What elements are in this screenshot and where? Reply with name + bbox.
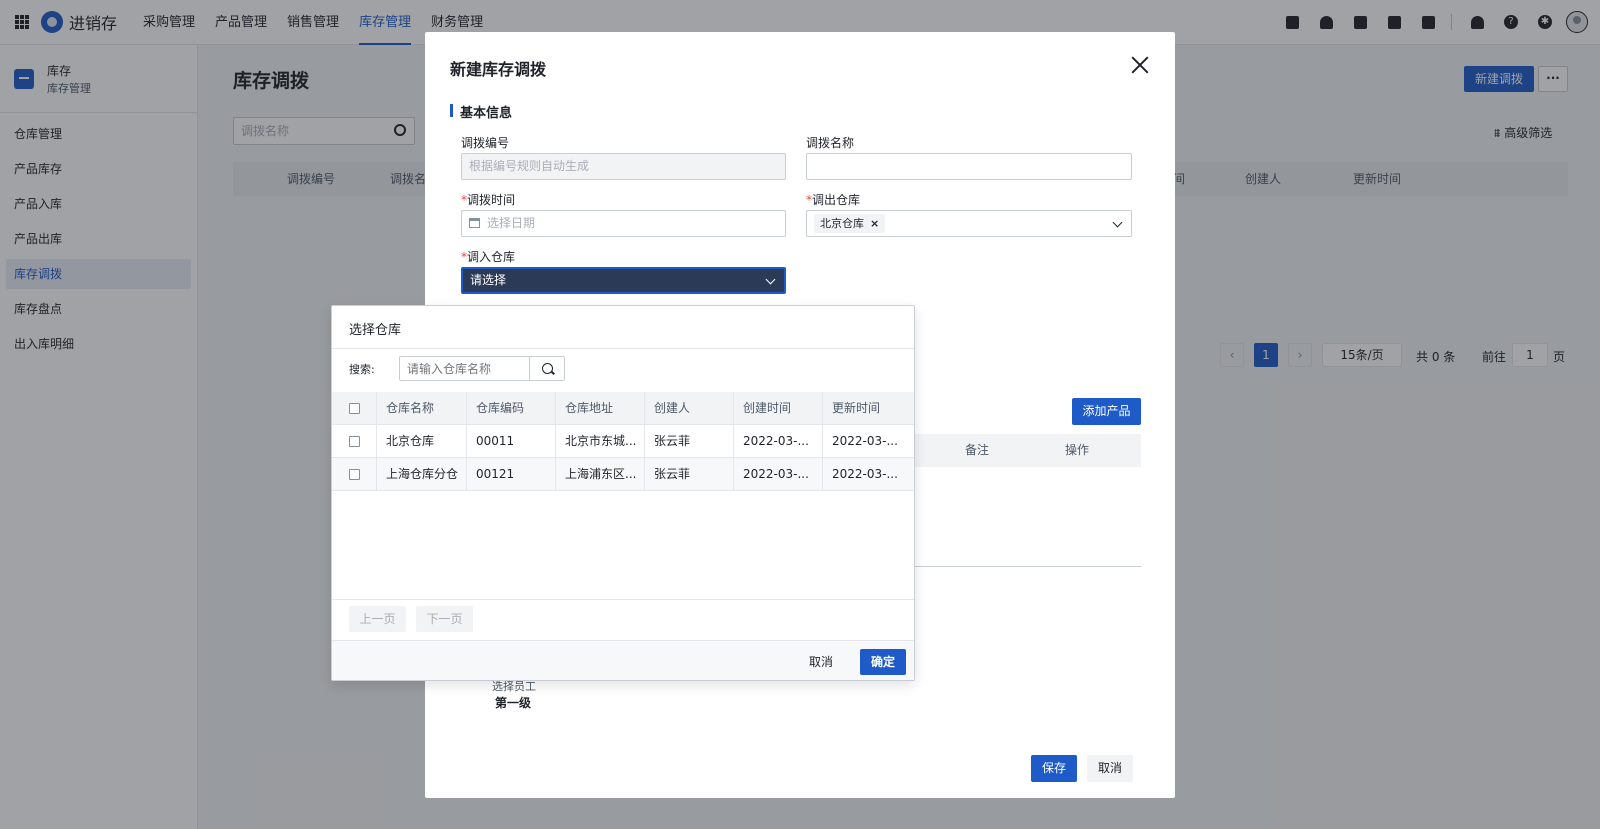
out-warehouse-label: *调出仓库 xyxy=(806,191,860,208)
select-all-checkbox[interactable] xyxy=(349,403,360,414)
table-row[interactable]: 北京仓库 00011 北京市东城... 张云菲 2022-03-... 2022… xyxy=(332,425,914,458)
transfer-no-field: 根据编号规则自动生成 xyxy=(461,153,786,180)
in-warehouse-select[interactable]: 请选择 xyxy=(461,267,786,294)
picker-search-label: 搜索: xyxy=(349,363,375,376)
table-cell: 上海浦东区... xyxy=(556,458,645,491)
table-cell: 北京市东城... xyxy=(556,425,645,458)
column-header: 仓库地址 xyxy=(556,392,645,425)
picker-cancel-button[interactable]: 取消 xyxy=(801,649,841,675)
warehouse-tag-label: 北京仓库 xyxy=(820,217,864,230)
table-cell: 00121 xyxy=(467,458,556,491)
table-cell: 2022-03-... xyxy=(734,458,823,491)
table-cell: 2022-03-... xyxy=(832,467,898,481)
table-cell: 张云菲 xyxy=(645,458,734,491)
transfer-name-field[interactable] xyxy=(806,153,1132,180)
product-table-header: 备注 操作 xyxy=(915,434,1141,467)
warehouse-tag: 北京仓库 × xyxy=(814,214,886,233)
chevron-down-icon xyxy=(765,274,776,285)
next-page-button[interactable]: 下一页 xyxy=(416,606,473,632)
picker-confirm-button[interactable]: 确定 xyxy=(860,649,906,675)
in-warehouse-value: 请选择 xyxy=(470,273,507,287)
row-select-cell xyxy=(332,425,377,458)
row-select-cell xyxy=(332,458,377,491)
table-row[interactable]: 上海仓库分仓 00121 上海浦东区... 张云菲 2022-03-... 20… xyxy=(332,458,914,491)
section-title-basic-info: 基本信息 xyxy=(450,102,512,121)
column-header: 操作 xyxy=(1065,443,1090,457)
in-warehouse-label: *调入仓库 xyxy=(461,248,515,265)
warehouse-search-input[interactable] xyxy=(399,356,529,381)
picker-title: 选择仓库 xyxy=(349,323,402,338)
column-header: 创建时间 xyxy=(734,392,823,425)
column-header: 创建人 xyxy=(645,392,734,425)
tag-close-icon[interactable]: × xyxy=(870,217,879,230)
table-cell: 北京仓库 xyxy=(377,425,467,458)
transfer-name-label: 调拨名称 xyxy=(806,136,855,150)
transfer-time-label: *调拨时间 xyxy=(461,191,515,208)
transfer-no-placeholder: 根据编号规则自动生成 xyxy=(469,159,590,173)
divider xyxy=(915,566,1141,567)
row-checkbox[interactable] xyxy=(349,469,360,480)
picker-footer: 取消 确定 xyxy=(332,640,914,680)
out-warehouse-select[interactable]: 北京仓库 × xyxy=(806,210,1132,237)
table-cell: 2022-03-... xyxy=(734,425,823,458)
column-header: 仓库编码 xyxy=(467,392,556,425)
prev-page-button[interactable]: 上一页 xyxy=(349,606,406,632)
approver-level: 第一级 xyxy=(495,696,532,710)
search-button[interactable] xyxy=(529,356,565,381)
table-cell: 2022-03-... xyxy=(832,434,898,448)
transfer-no-label: 调拨编号 xyxy=(461,136,510,150)
transfer-time-label-text: 调拨时间 xyxy=(467,193,516,207)
table-cell: 上海仓库分仓 xyxy=(377,458,467,491)
warehouse-picker-popup: 选择仓库 搜索: 仓库名称 仓库编码 仓库地址 创建人 创建时间 更新时间 北京… xyxy=(331,305,915,681)
divider xyxy=(332,599,914,600)
modal-title: 新建库存调拨 xyxy=(450,60,547,79)
table-header-row: 仓库名称 仓库编码 仓库地址 创建人 创建时间 更新时间 xyxy=(332,392,914,425)
transfer-date-picker[interactable]: 选择日期 xyxy=(461,210,786,237)
cancel-button[interactable]: 取消 xyxy=(1087,755,1133,782)
date-placeholder: 选择日期 xyxy=(487,216,536,230)
chevron-down-icon xyxy=(1112,217,1123,228)
row-checkbox[interactable] xyxy=(349,436,360,447)
close-icon[interactable] xyxy=(1131,56,1149,74)
table-cell: 00011 xyxy=(467,425,556,458)
search-icon xyxy=(542,363,553,374)
select-all-cell xyxy=(332,392,377,425)
save-button[interactable]: 保存 xyxy=(1031,755,1077,782)
column-header: 备注 xyxy=(965,443,990,457)
table-cell: 张云菲 xyxy=(645,425,734,458)
add-product-button[interactable]: 添加产品 xyxy=(1072,398,1141,425)
calendar-icon xyxy=(469,218,480,228)
divider xyxy=(332,348,914,349)
in-warehouse-label-text: 调入仓库 xyxy=(467,250,516,264)
column-header: 仓库名称 xyxy=(377,392,467,425)
out-warehouse-label-text: 调出仓库 xyxy=(812,193,861,207)
column-header: 更新时间 xyxy=(832,401,881,415)
